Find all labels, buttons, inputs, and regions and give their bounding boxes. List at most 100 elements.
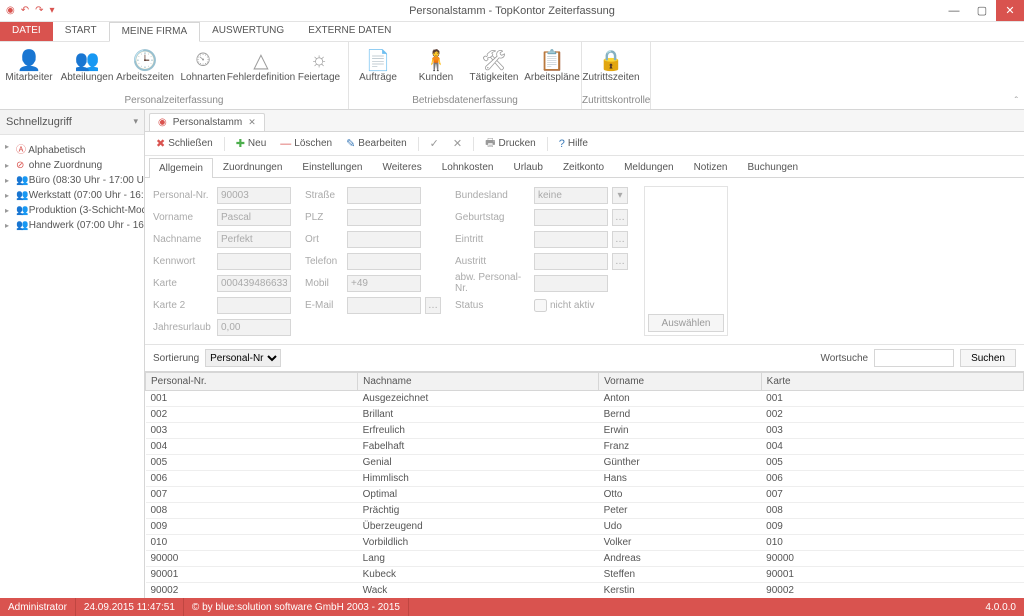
- menu-tab-externe-daten[interactable]: EXTERNE DATEN: [296, 22, 403, 41]
- table-row[interactable]: 90001KubeckSteffen90001: [146, 567, 1024, 583]
- ribbon-kunden-button[interactable]: 🧍Kunden: [407, 46, 465, 93]
- subtab-urlaub[interactable]: Urlaub: [503, 157, 552, 177]
- table-row[interactable]: 005GenialGünther005: [146, 455, 1024, 471]
- menu-tab-datei[interactable]: DATEI: [0, 22, 53, 41]
- menu-tab-auswertung[interactable]: AUSWERTUNG: [200, 22, 296, 41]
- sidebar-item[interactable]: ⊘ ohne Zuordnung: [2, 158, 142, 173]
- sidebar-tree: Ⓐ Alphabetisch⊘ ohne Zuordnung👥 Büro (08…: [0, 135, 144, 598]
- new-button[interactable]: ✚Neu: [231, 135, 272, 152]
- ribbon-abteilungen-button[interactable]: 👥Abteilungen: [58, 46, 116, 93]
- close-window-button[interactable]: ✕: [996, 0, 1024, 21]
- field-input[interactable]: [347, 187, 421, 204]
- maximize-button[interactable]: ▢: [968, 0, 996, 21]
- edit-button[interactable]: ✎Bearbeiten: [341, 135, 412, 152]
- document-tab-close-icon[interactable]: ✕: [248, 117, 256, 128]
- qa-icon-1[interactable]: ↶: [21, 5, 29, 16]
- ribbon-feiertage-button[interactable]: ☼Feiertage: [290, 46, 348, 93]
- field-input[interactable]: [217, 275, 291, 292]
- dropdown-icon[interactable]: ▾: [612, 187, 628, 204]
- subtab-notizen[interactable]: Notizen: [684, 157, 738, 177]
- document-tab-personalstamm[interactable]: ◉ Personalstamm ✕: [149, 113, 265, 131]
- table-row[interactable]: 001AusgezeichnetAnton001: [146, 391, 1024, 407]
- subtab-einstellungen[interactable]: Einstellungen: [292, 157, 372, 177]
- picker-icon[interactable]: …: [612, 209, 628, 226]
- field-input[interactable]: [347, 297, 421, 314]
- sidebar-item[interactable]: 👥 Büro (08:30 Uhr - 17:00 Uhr): [2, 173, 142, 188]
- qa-icon-3[interactable]: ▾: [50, 5, 55, 16]
- minimize-button[interactable]: —: [940, 0, 968, 21]
- field-label: Telefon: [305, 256, 343, 267]
- save-button[interactable]: ✓: [425, 135, 444, 152]
- close-button[interactable]: ✖Schließen: [151, 135, 218, 152]
- ribbon-arbeitsplaene-button[interactable]: 📋Arbeitspläne: [523, 46, 581, 93]
- column-header[interactable]: Personal-Nr.: [146, 373, 358, 391]
- table-row[interactable]: 008PrächtigPeter008: [146, 503, 1024, 519]
- column-header[interactable]: Vorname: [599, 373, 762, 391]
- menu-tab-start[interactable]: START: [53, 22, 109, 41]
- field-input[interactable]: [217, 187, 291, 204]
- table-row[interactable]: 90002WackKerstin90002: [146, 583, 1024, 599]
- table-row[interactable]: 009ÜberzeugendUdo009: [146, 519, 1024, 535]
- sidebar-item[interactable]: 👥 Produktion (3-Schicht-Modell): [2, 203, 142, 218]
- table-row[interactable]: 002BrillantBernd002: [146, 407, 1024, 423]
- field-input[interactable]: [534, 275, 608, 292]
- field-input[interactable]: [347, 209, 421, 226]
- table-row[interactable]: 004FabelhaftFranz004: [146, 439, 1024, 455]
- print-button[interactable]: 🖶Drucken: [480, 132, 541, 155]
- sidebar-item[interactable]: 👥 Werkstatt (07:00 Uhr - 16:00 Uhr): [2, 188, 142, 203]
- form-row: Eintritt…: [455, 230, 628, 248]
- subtab-lohnkosten[interactable]: Lohnkosten: [432, 157, 504, 177]
- column-header[interactable]: Karte: [761, 373, 1023, 391]
- help-button[interactable]: ?Hilfe: [554, 136, 593, 152]
- subtab-weiteres[interactable]: Weiteres: [372, 157, 431, 177]
- not-active-checkbox[interactable]: [534, 299, 547, 312]
- ribbon-lohnarten-button[interactable]: ⏲Lohnarten: [174, 46, 232, 93]
- table-row[interactable]: 010VorbildlichVolker010: [146, 535, 1024, 551]
- field-input[interactable]: [347, 253, 421, 270]
- ribbon-taetigkeiten-button[interactable]: 🛠Tätigkeiten: [465, 46, 523, 93]
- menu-tab-meine-firma[interactable]: MEINE FIRMA: [109, 22, 201, 42]
- ribbon-label: Zutrittszeiten: [582, 72, 639, 83]
- subtab-allgemein[interactable]: Allgemein: [149, 158, 213, 178]
- field-input[interactable]: [217, 297, 291, 314]
- picker-icon[interactable]: …: [612, 253, 628, 270]
- search-button[interactable]: Suchen: [960, 349, 1016, 367]
- picker-icon[interactable]: …: [425, 297, 441, 314]
- sort-select[interactable]: Personal-Nr: [205, 349, 281, 367]
- field-input[interactable]: [534, 231, 608, 248]
- field-input[interactable]: [534, 209, 608, 226]
- ribbon-auftraege-button[interactable]: 📄Aufträge: [349, 46, 407, 93]
- subtab-meldungen[interactable]: Meldungen: [614, 157, 683, 177]
- field-input[interactable]: [534, 253, 608, 270]
- subtab-zuordnungen[interactable]: Zuordnungen: [213, 157, 293, 177]
- search-input[interactable]: [874, 349, 954, 367]
- picker-icon[interactable]: …: [612, 231, 628, 248]
- sidebar-item[interactable]: Ⓐ Alphabetisch: [2, 139, 142, 158]
- ribbon-zutrittszeiten-button[interactable]: 🔒Zutrittszeiten: [582, 46, 640, 93]
- choose-image-button[interactable]: Auswählen: [648, 314, 724, 332]
- ribbon-collapse-icon[interactable]: ˆ: [1015, 96, 1018, 107]
- field-input[interactable]: [347, 231, 421, 248]
- delete-button[interactable]: —Löschen: [275, 136, 337, 152]
- field-input[interactable]: [534, 187, 608, 204]
- field-input[interactable]: [217, 319, 291, 336]
- table-row[interactable]: 006HimmlischHans006: [146, 471, 1024, 487]
- qa-icon-2[interactable]: ↷: [35, 5, 43, 16]
- ribbon-arbeitszeiten-button[interactable]: 🕒Arbeitszeiten: [116, 46, 174, 93]
- table-row[interactable]: 007OptimalOtto007: [146, 487, 1024, 503]
- table-row[interactable]: 003ErfreulichErwin003: [146, 423, 1024, 439]
- ribbon-fehlerdefinition-button[interactable]: △Fehlerdefinition: [232, 46, 290, 93]
- cancel-button[interactable]: ✕: [448, 135, 467, 152]
- column-header[interactable]: Nachname: [358, 373, 599, 391]
- field-input[interactable]: [217, 231, 291, 248]
- field-input[interactable]: [217, 253, 291, 270]
- sidebar-item[interactable]: 👥 Handwerk (07:00 Uhr - 16:00 Uhr): [2, 218, 142, 233]
- field-input[interactable]: [347, 275, 421, 292]
- sidebar-header[interactable]: Schnellzugriff: [0, 110, 144, 135]
- search-label: Wortsuche: [820, 353, 868, 364]
- field-input[interactable]: [217, 209, 291, 226]
- ribbon-mitarbeiter-button[interactable]: 👤Mitarbeiter: [0, 46, 58, 93]
- subtab-zeitkonto[interactable]: Zeitkonto: [553, 157, 614, 177]
- subtab-buchungen[interactable]: Buchungen: [737, 157, 808, 177]
- table-row[interactable]: 90000LangAndreas90000: [146, 551, 1024, 567]
